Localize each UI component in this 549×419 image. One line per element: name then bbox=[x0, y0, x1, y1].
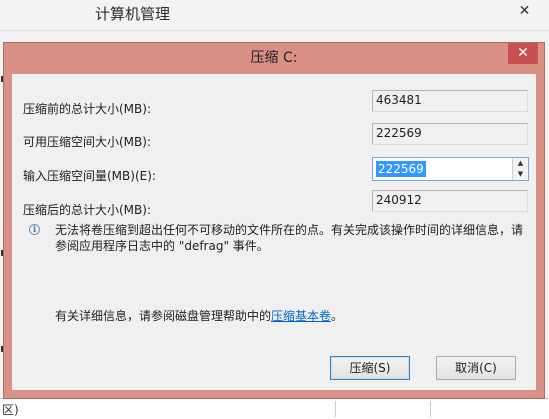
info-icon: i bbox=[29, 224, 40, 235]
info-message: 无法将卷压缩到超出任何不可移动的文件所在的点。有关完成该操作时间的详细信息，请参… bbox=[55, 223, 524, 253]
dialog-titlebar[interactable]: 压缩 C: ✕ bbox=[4, 43, 544, 74]
window-title: 计算机管理 bbox=[95, 5, 171, 23]
dialog-frame-bottom bbox=[12, 390, 536, 398]
help-prefix: 有关详细信息，请参阅磁盘管理帮助中的 bbox=[55, 309, 272, 323]
chevron-down-icon[interactable]: ▼ bbox=[513, 169, 528, 180]
close-icon[interactable]: ✕ bbox=[500, 0, 549, 22]
help-link[interactable]: 压缩基本卷 bbox=[271, 309, 331, 323]
status-divider bbox=[335, 401, 336, 417]
status-divider bbox=[430, 401, 431, 417]
dialog-body: 压缩前的总计大小(MB): 463481 可用压缩空间大小(MB): 22256… bbox=[12, 74, 536, 390]
help-line: 有关详细信息，请参阅磁盘管理帮助中的压缩基本卷。 bbox=[55, 307, 343, 324]
size-after-label: 压缩后的总计大小(MB): bbox=[23, 203, 151, 217]
size-after-value: 240912 bbox=[372, 190, 528, 212]
shrink-amount-label: 输入压缩空间量(MB)(E): bbox=[23, 169, 156, 183]
available-space-value: 222569 bbox=[372, 123, 528, 145]
divider bbox=[0, 30, 549, 31]
help-suffix: 。 bbox=[331, 309, 344, 323]
shrink-amount-input[interactable]: 222569 bbox=[376, 161, 426, 177]
status-bar: 区) bbox=[0, 398, 549, 419]
size-before-value: 463481 bbox=[372, 90, 528, 112]
cancel-button[interactable]: 取消(C) bbox=[436, 356, 516, 380]
close-icon[interactable]: ✕ bbox=[508, 43, 538, 64]
shrink-dialog: 压缩 C: ✕ 压缩前的总计大小(MB): 463481 可用压缩空间大小(MB… bbox=[4, 43, 544, 398]
shrink-amount-stepper[interactable]: 222569 ▲ ▼ bbox=[372, 157, 529, 181]
status-text: 区) bbox=[2, 403, 19, 417]
size-before-label: 压缩前的总计大小(MB): bbox=[23, 102, 151, 116]
available-space-label: 可用压缩空间大小(MB): bbox=[23, 135, 151, 149]
stepper-buttons: ▲ ▼ bbox=[512, 158, 528, 180]
shrink-button[interactable]: 压缩(S) bbox=[330, 356, 410, 380]
dialog-title: 压缩 C: bbox=[250, 50, 298, 66]
